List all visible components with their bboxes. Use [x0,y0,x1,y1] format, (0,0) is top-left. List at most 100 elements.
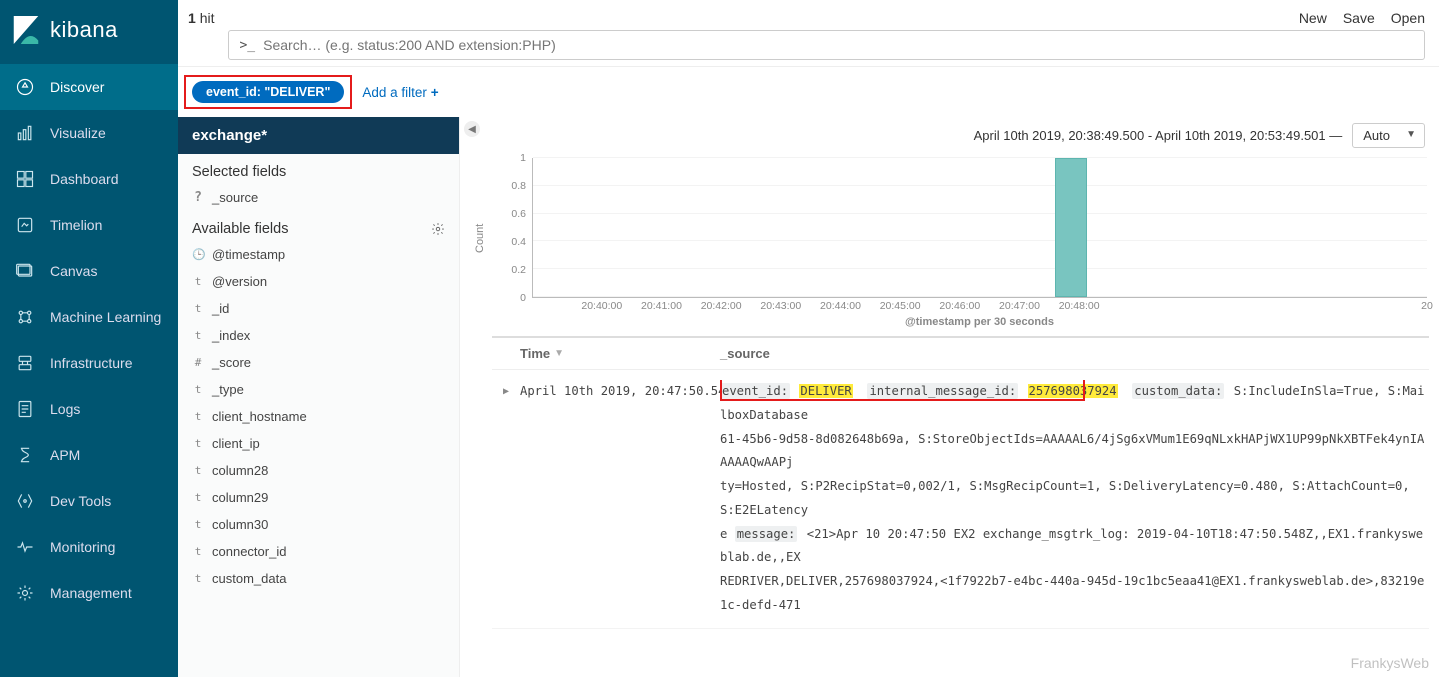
sidebar-item-machine-learning[interactable]: Machine Learning [0,294,178,340]
nav-label: Dev Tools [50,493,111,509]
field-source[interactable]: ? _source [178,184,459,211]
field-name: _id [212,301,229,316]
field-connectorid[interactable]: tconnector_id [178,538,459,565]
ytick: 1 [520,152,526,164]
search-input[interactable] [263,37,1414,53]
header-time[interactable]: Time ▼ [520,346,720,361]
nav-label: Machine Learning [50,309,161,325]
nav-label: Discover [50,79,104,95]
field-id[interactable]: t _id [178,295,459,322]
sidebar-item-dev-tools[interactable]: Dev Tools [0,478,178,524]
field-type[interactable]: t _type [178,376,459,403]
field-customdata[interactable]: t custom_data [178,565,459,592]
field-type-icon: t [192,572,204,585]
sidebar-item-canvas[interactable]: Canvas [0,248,178,294]
sidebar-item-timelion[interactable]: Timelion [0,202,178,248]
header-source[interactable]: _source [720,346,1429,361]
sidebar-item-visualize[interactable]: Visualize [0,110,178,156]
field-type-icon: t [192,383,204,396]
field-name: @timestamp [212,247,285,262]
sidebar-item-apm[interactable]: APM [0,432,178,478]
field-clienthostname[interactable]: t client_hostname [178,403,459,430]
nav-label: Infrastructure [50,355,132,371]
chart-ylabel: Count [472,150,488,326]
histogram-chart[interactable]: Count 00.20.40.60.81 20:40:0020:41:0020:… [464,150,1439,330]
field-type-icon: t [192,518,204,531]
new-button[interactable]: New [1299,10,1327,26]
doc-table: Time ▼ _source ▶ April 10th 2019, 20:47:… [492,336,1429,629]
nav-icon [14,444,36,466]
search-prompt-icon: >_ [239,38,255,53]
table-row: ▶ April 10th 2019, 20:47:50.548 event_id… [492,370,1429,629]
sidebar-item-logs[interactable]: Logs [0,386,178,432]
xtick: 20:44:00 [820,300,861,312]
nav-label: Timelion [50,217,102,233]
gear-icon[interactable] [431,222,445,236]
sidebar-item-monitoring[interactable]: Monitoring [0,524,178,570]
interval-select[interactable]: Auto [1352,123,1425,148]
field-name: column29 [212,490,268,505]
ytick: 0.6 [511,208,526,220]
expand-row-icon[interactable]: ▶ [492,380,520,402]
field-type-icon: ? [192,190,204,205]
nav-icon [14,398,36,420]
sidebar-item-dashboard[interactable]: Dashboard [0,156,178,202]
collapse-fields-icon[interactable]: ◀ [464,121,480,137]
ytick: 0 [520,292,526,304]
ytick: 0.4 [511,236,526,248]
save-button[interactable]: Save [1343,10,1375,26]
field-type-icon: t [192,491,204,504]
field-name: client_ip [212,436,260,451]
field-name: _source [212,190,258,205]
top-actions: New Save Open [228,10,1425,26]
nav-label: Canvas [50,263,97,279]
field-name: connector_id [212,544,286,559]
selected-fields-title: Selected fields [178,154,459,184]
filter-pill[interactable]: event_id: "DELIVER" [192,81,344,103]
field-type-icon: t [192,275,204,288]
field-type-icon: t [192,329,204,342]
index-pattern[interactable]: exchange* [178,117,459,154]
field-name: custom_data [212,571,286,586]
field-timestamp[interactable]: 🕒@timestamp [178,241,459,268]
sidebar-item-discover[interactable]: Discover [0,64,178,110]
ytick: 0.8 [511,180,526,192]
hit-count: 1 hit [188,10,214,26]
nav-label: APM [50,447,80,463]
filter-pill-highlight-box: event_id: "DELIVER" [184,75,352,109]
main-panel: 1 hit New Save Open >_ event_id: "DELIVE… [178,0,1439,677]
field-column30[interactable]: t column30 [178,511,459,538]
field-type-icon: t [192,410,204,423]
field-type-icon: t [192,302,204,315]
nav-icon [14,490,36,512]
nav-icon [14,260,36,282]
field-name: column30 [212,517,268,532]
histogram-bar[interactable] [1055,158,1087,297]
xtick: 20 [1421,300,1433,312]
field-column28[interactable]: tcolumn28 [178,457,459,484]
field-clientip[interactable]: tclient_ip [178,430,459,457]
search-box[interactable]: >_ [228,30,1425,60]
nav-list: Discover VisualizeDashboard Timelion Canvas… [0,64,178,616]
nav-icon [14,122,36,144]
sidebar-item-infrastructure[interactable]: Infrastructure [0,340,178,386]
nav-label: Logs [50,401,80,417]
field-index[interactable]: t_index [178,322,459,349]
field-name: client_hostname [212,409,307,424]
sidebar-item-management[interactable]: Management [0,570,178,616]
nav-icon [14,168,36,190]
add-filter-button[interactable]: Add a filter + [362,85,438,100]
field-name: _type [212,382,244,397]
ytick: 0.2 [511,264,526,276]
nav-icon [14,214,36,236]
field-score[interactable]: #_score [178,349,459,376]
field-column29[interactable]: t column29 [178,484,459,511]
xtick: 20:48:00 [1059,300,1100,312]
xtick: 20:41:00 [641,300,682,312]
brand-logo[interactable]: kibana [0,0,178,64]
field-version[interactable]: t@version [178,268,459,295]
open-button[interactable]: Open [1391,10,1425,26]
xtick: 20:42:00 [701,300,742,312]
fields-panel: exchange* Selected fields ?_source Avail… [178,117,460,677]
brand-name: kibana [50,17,118,43]
